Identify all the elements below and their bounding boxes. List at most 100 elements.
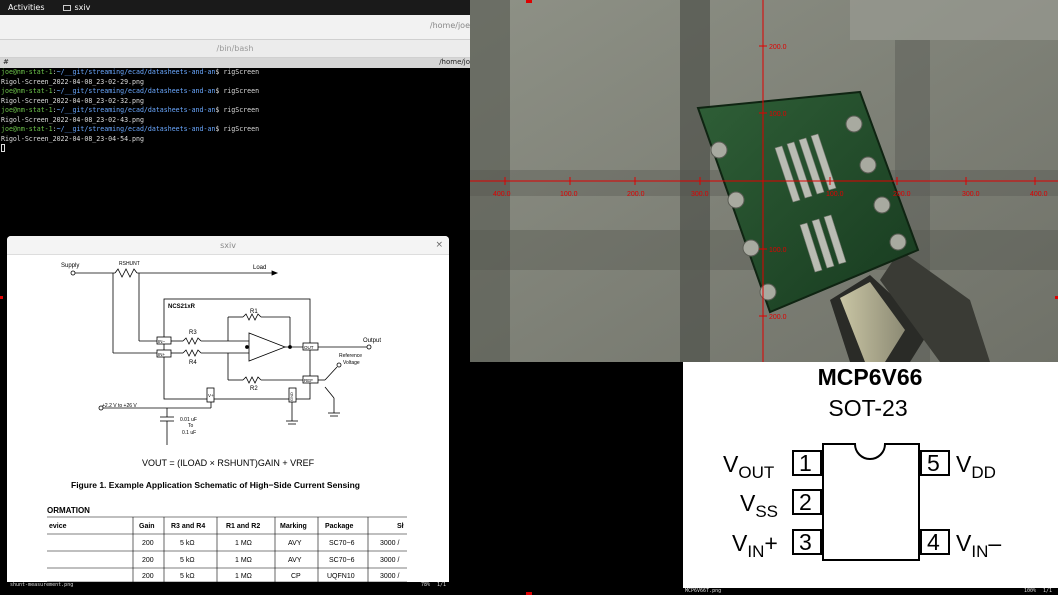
svg-text:200: 200	[142, 573, 154, 580]
table-header: Gain	[139, 523, 155, 530]
terminal-line: joe@nm-stat-1:~/__git/streaming/ecad/dat…	[1, 106, 260, 114]
table-header: Marking	[280, 523, 307, 530]
pin-name-vin-minus: VIN–	[956, 530, 1001, 561]
terminal-subtitle: /bin/bash	[0, 40, 470, 58]
pin-number: 2	[799, 489, 812, 515]
svg-text:5 kΩ: 5 kΩ	[180, 573, 195, 580]
schematic-label: To	[188, 423, 194, 429]
schematic-label: REF	[304, 378, 313, 383]
reticle-tick-label: 200.0	[893, 191, 911, 198]
schematic-label: IN+	[158, 352, 166, 357]
reticle-tick-label: 100.0	[769, 111, 787, 118]
ic-body	[822, 443, 920, 561]
edge-marker	[526, 0, 532, 3]
reticle-tick-label: 400.0	[1030, 191, 1048, 198]
terminal-line: joe@nm-stat-1:~/__git/streaming/ecad/dat…	[1, 125, 260, 133]
schematic-label: RSHUNT	[119, 261, 140, 267]
svg-text:200: 200	[142, 557, 154, 564]
app-menu-label: sxiv	[74, 3, 91, 12]
app-menu[interactable]: sxiv	[62, 3, 91, 12]
schematic-drawing: Supply RSHUNT Load NCS21xR R1 R2 R3 R4 I…	[47, 261, 407, 582]
schematic-label: R3	[189, 330, 197, 336]
svg-text:200: 200	[142, 540, 154, 547]
sxiv-title: sxiv	[220, 241, 236, 250]
table-row: 200 5 kΩ 1 MΩ AVY SC70−6 3000 /	[142, 557, 400, 564]
svg-text:5 kΩ: 5 kΩ	[180, 557, 195, 564]
tab-hash: #	[3, 58, 9, 66]
terminal-line: joe@nm-stat-1:~/__git/streaming/ecad/dat…	[1, 68, 260, 76]
table-header: Sł	[397, 523, 404, 530]
status-filename: shunt-measurement.png	[10, 582, 74, 588]
equation: VOUT = (ILOAD × RSHUNT)GAIN + VREF	[142, 458, 315, 468]
reticle-tick-label: 100.0	[769, 247, 787, 254]
schematic-label: Load	[253, 265, 266, 271]
terminal-line: joe@nm-stat-1:~/__git/streaming/ecad/dat…	[1, 87, 260, 95]
sxiv-titlebar[interactable]: sxiv ×	[7, 236, 449, 255]
svg-text:AVY: AVY	[288, 557, 302, 564]
terminal-header: /home/joe	[0, 15, 470, 40]
sxiv-status-bar: shunt-measurement.png 78% 1/1	[0, 582, 470, 595]
part-title: MCP6V66	[818, 364, 923, 390]
schematic-label: OUT	[304, 345, 314, 350]
svg-text:3000 /: 3000 /	[380, 540, 400, 547]
pin-name-vdd: VDD	[956, 451, 996, 482]
schematic-image: Supply RSHUNT Load NCS21xR R1 R2 R3 R4 I…	[7, 255, 449, 582]
reticle-tick-label: 300.0	[962, 191, 980, 198]
schematic-label: Output	[363, 338, 381, 344]
svg-text:SC70−6: SC70−6	[329, 557, 355, 564]
schematic-label: GND	[289, 392, 294, 401]
pin-name-vout: VOUT	[723, 451, 774, 482]
table-header: evice	[49, 523, 67, 530]
svg-text:UQFN10: UQFN10	[327, 573, 355, 580]
pin-name-vin-plus: VIN+	[732, 530, 778, 561]
close-icon[interactable]: ×	[435, 236, 443, 255]
schematic-label: R1	[250, 309, 258, 315]
pin-number: 4	[927, 529, 940, 555]
svg-text:AVY: AVY	[288, 540, 302, 547]
activities-button[interactable]: Activities	[0, 3, 53, 12]
svg-text:3000 /: 3000 /	[380, 573, 400, 580]
pin-number: 1	[799, 450, 812, 476]
terminal-cursor	[1, 144, 5, 152]
schematic-label: Voltage	[343, 360, 360, 366]
status-index: 1/1	[437, 582, 447, 588]
reticle-tick-label: 200.0	[627, 191, 645, 198]
terminal-tab-bar[interactable]: # /home/jo	[0, 58, 470, 68]
status-zoom: 78%	[421, 582, 431, 588]
terminal-output[interactable]: joe@nm-stat-1:~/__git/streaming/ecad/dat…	[0, 68, 470, 233]
svg-text:5 kΩ: 5 kΩ	[180, 540, 195, 547]
package-label: SOT-23	[828, 395, 907, 421]
pin-number: 5	[927, 450, 940, 476]
microscope-camera-view: 400.0 100.0 200.0 300.0 100.0 200.0 300.…	[470, 0, 1058, 362]
terminal-line: Rigol-Screen_2022-04-08_23-02-32.png	[1, 96, 144, 105]
svg-text:SC70−6: SC70−6	[329, 540, 355, 547]
reticle-tick-label: 300.0	[691, 191, 709, 198]
reticle-tick-label: 200.0	[769, 44, 787, 51]
reticle-tick-label: 400.0	[493, 191, 511, 198]
pin-number: 3	[799, 529, 812, 555]
schematic-label: V+	[208, 393, 214, 398]
svg-text:1 MΩ: 1 MΩ	[235, 557, 252, 564]
schematic-label: R2	[250, 386, 258, 392]
table-header: Package	[325, 523, 354, 530]
tab-path: /home/jo	[439, 58, 470, 66]
schematic-label: Supply	[61, 263, 79, 269]
svg-text:3000 /: 3000 /	[380, 557, 400, 564]
table-header: R3 and R4	[171, 523, 205, 530]
table-row: 200 5 kΩ 1 MΩ CP UQFN10 3000 /	[142, 573, 400, 580]
schematic-label: NCS21xR	[168, 304, 196, 310]
terminal-header-path: /home/joe	[429, 21, 470, 30]
sxiv-window[interactable]: sxiv × Supply RSHUNT Load NCS21xR R1 R2 …	[7, 236, 449, 582]
gnome-top-bar: Activities sxiv	[0, 0, 470, 15]
terminal-line: Rigol-Screen_2022-04-08_23-02-43.png	[1, 115, 144, 124]
pinout-diagram: MCP6V66 SOT-23 1 2 3 5 4 VOUT VSS VIN+ V…	[723, 364, 1001, 561]
schematic-label: R4	[189, 360, 197, 366]
status-filename: MCP6V66T.png	[685, 588, 722, 594]
device-table: evice Gain R3 and R4 R1 and R2 Marking P…	[47, 516, 407, 582]
schematic-label: 0.1 uF	[182, 430, 196, 436]
section-heading: ORMATION	[47, 506, 90, 515]
window-icon	[62, 4, 71, 11]
terminal-line: Rigol-Screen_2022-04-08_23-02-29.png	[1, 77, 144, 86]
reticle-tick-label: 200.0	[769, 314, 787, 321]
status-zoom: 100%	[1024, 588, 1037, 594]
